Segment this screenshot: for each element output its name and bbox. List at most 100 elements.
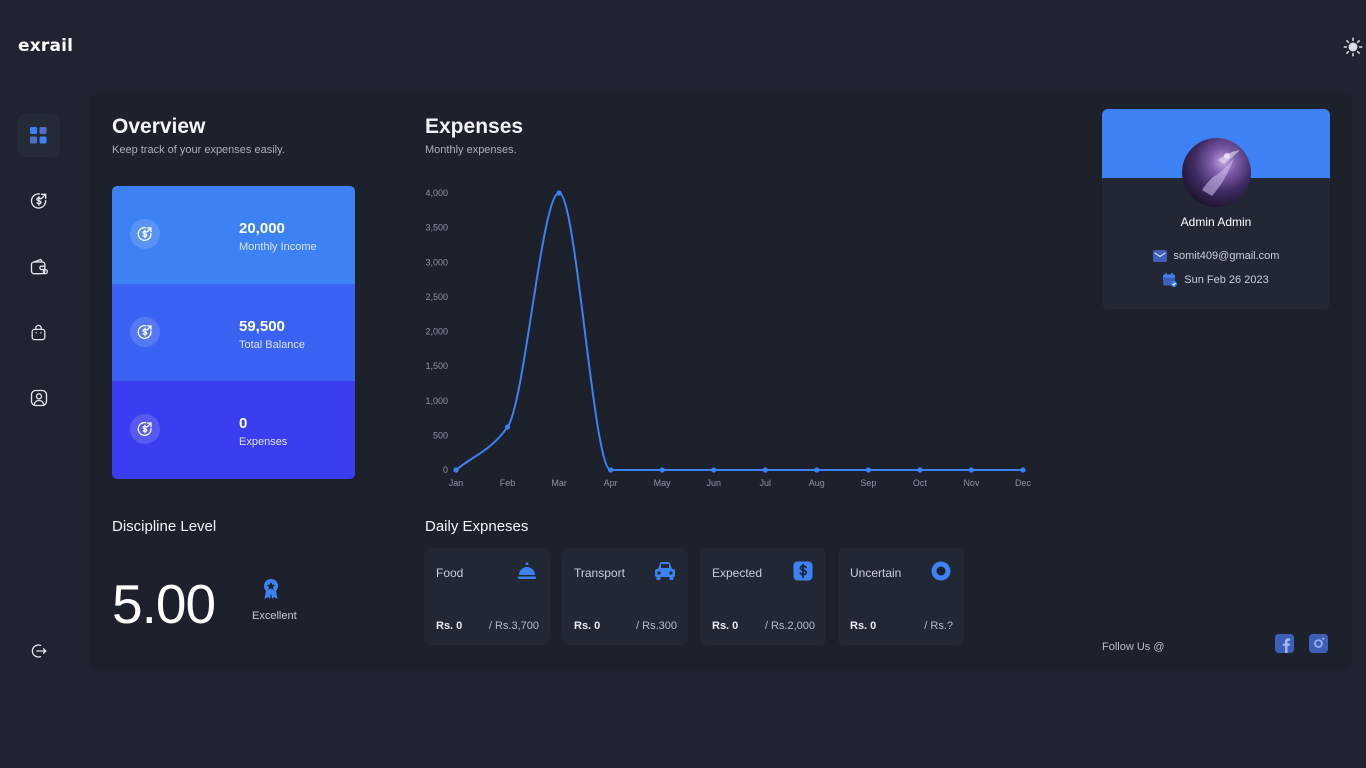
data-point[interactable] [659,467,665,473]
daily-expenses-title: Daily Expneses [425,518,529,535]
stat-icon [130,316,160,347]
calendar-icon [1163,273,1178,287]
y-tick-label: 4,000 [425,188,448,198]
logout-icon [31,643,46,658]
profile-card: Admin Admin somit409@gmail.com Sun Feb 2… [1102,109,1330,309]
mail-icon [1152,250,1167,262]
overview-stats-card: 20,000 Monthly Income 59,500 Total Balan… [112,186,355,479]
facebook-icon [1275,634,1294,653]
card-budget: / Rs.2,000 [764,620,815,632]
card-name: Uncertain [850,566,902,580]
app-logo[interactable]: exrail [18,36,73,56]
card-name: Expected [712,566,763,580]
y-tick-label: 3,500 [425,223,448,233]
daily-card-expected[interactable]: Expected Rs. 0 / Rs.2,000 [700,548,826,645]
logout-button[interactable] [17,629,60,672]
data-point[interactable] [814,467,820,473]
card-spent: Rs. 0 [712,620,739,632]
x-tick-label: Jan [449,478,464,488]
stat-label: Monthly Income [239,241,317,253]
x-tick-label: Nov [963,478,980,488]
user-icon [30,389,47,406]
sidebar-item-dashboard[interactable] [17,114,60,157]
car-icon [654,560,676,582]
card-name: Food [436,566,464,580]
stat-label: Expenses [239,436,288,449]
sun-icon [1343,37,1363,57]
data-point[interactable] [453,467,459,473]
avatar[interactable] [1182,138,1251,207]
x-tick-label: Jul [760,478,772,488]
award-icon [261,578,281,605]
y-tick-label: 500 [433,430,448,440]
sidebar-item-wallet[interactable] [17,245,60,288]
expenses-title: Expenses [425,115,524,138]
x-tick-label: Oct [913,478,928,488]
data-point[interactable] [556,190,562,196]
theme-toggle-button[interactable] [1342,36,1364,58]
overview-subtitle: Keep track of your expenses easily. [112,144,285,156]
profile-email: somit409@gmail.com [1173,250,1280,262]
record-circle-icon [930,560,952,582]
x-tick-label: Jun [706,478,721,488]
stat-total-balance: 59,500 Total Balance [112,283,355,382]
data-point[interactable] [968,467,975,473]
x-tick-label: Feb [500,478,516,488]
food-cloche-icon [516,560,538,582]
card-budget: / Rs.? [924,620,953,632]
profile-email-row: somit409@gmail.com [1102,250,1330,262]
daily-card-food[interactable]: Food Rs. 0 / Rs.3,700 [424,548,550,645]
y-tick-label: 2,000 [425,327,448,337]
card-budget: / Rs.3,700 [488,620,539,632]
daily-card-uncertain[interactable]: Uncertain Rs. 0 / Rs.? [838,548,964,645]
data-point[interactable] [917,467,923,473]
instagram-icon [1309,634,1328,653]
profile-name: Admin Admin [1180,215,1252,229]
expenses-subtitle: Monthly expenses. [425,144,517,156]
stat-icon [130,414,160,445]
dollar-square-icon [792,560,814,582]
stat-value: 0 [239,415,248,433]
dollar-circle-icon [137,226,152,241]
data-point[interactable] [1020,467,1026,473]
sidebar-item-income[interactable] [17,179,60,222]
y-tick-label: 1,000 [425,396,448,406]
data-point[interactable] [711,467,717,473]
series-line [455,191,1023,471]
x-tick-label: Aug [809,478,825,488]
sidebar-item-shopping[interactable] [17,311,60,354]
stat-label: Total Balance [239,338,306,351]
card-spent: Rs. 0 [436,620,463,632]
data-point[interactable] [504,424,511,430]
discipline-badge-label: Excellent [252,610,297,622]
y-tick-label: 2,500 [425,292,448,302]
x-tick-label: Apr [604,478,618,488]
data-point[interactable] [762,467,768,473]
data-point[interactable] [608,467,614,473]
stat-monthly-income: 20,000 Monthly Income [112,186,355,284]
sidebar-item-profile[interactable] [17,376,60,419]
card-budget: / Rs.300 [636,620,677,632]
dollar-circle-icon [137,324,152,339]
x-tick-label: Dec [1015,478,1032,488]
stat-expenses: 0 Expenses [112,381,355,479]
facebook-link[interactable] [1275,634,1294,653]
y-tick-label: 3,000 [425,257,448,267]
data-point[interactable] [865,467,871,473]
wallet-icon [30,258,48,274]
overview-title: Overview [112,115,206,138]
discipline-value: 5.00 [112,573,216,635]
x-tick-label: Sep [860,478,876,488]
daily-card-transport[interactable]: Transport Rs. 0 / Rs.300 [562,548,688,645]
expenses-line-chart: 0 500 1,000 1,500 2,000 2,500 3,000 3,500 4,000 J… [425,188,1032,488]
x-tick-label: May [654,478,672,488]
stat-value: 59,500 [239,317,285,335]
instagram-link[interactable] [1309,634,1328,653]
follow-us-label: Follow Us @ [1102,641,1165,653]
dollar-circle-icon [137,422,152,437]
card-name: Transport [574,566,625,580]
profile-date: Sun Feb 26 2023 [1184,274,1269,286]
dollar-circle-icon [30,192,46,209]
stat-icon [130,219,160,249]
bag-icon [31,324,46,341]
